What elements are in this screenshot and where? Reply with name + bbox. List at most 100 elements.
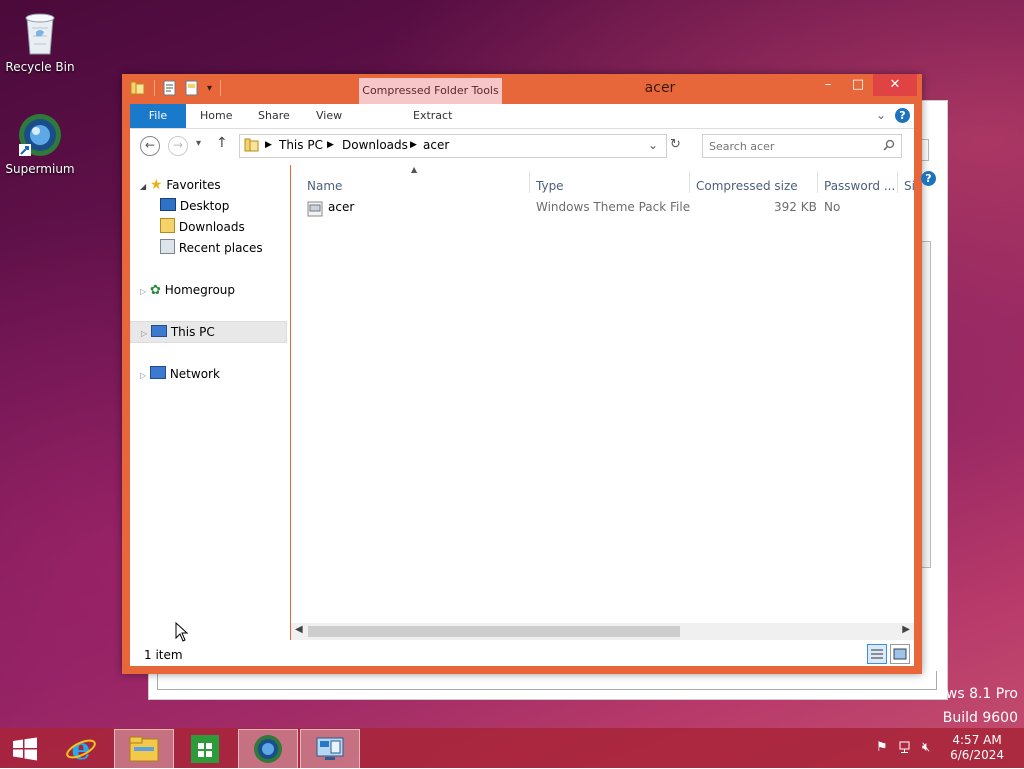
mouse-cursor-icon	[175, 622, 189, 642]
forward-button[interactable]: →	[168, 136, 188, 156]
supermium-icon	[254, 735, 282, 763]
address-dropdown-icon[interactable]: ⌄	[648, 138, 658, 152]
context-tab-label: Compressed Folder Tools	[359, 78, 502, 104]
theme-pack-icon	[307, 201, 323, 217]
new-folder-icon[interactable]	[185, 80, 199, 96]
navigation-pane[interactable]: ◢ ★ Favorites Desktop Downloads Recent p…	[130, 165, 290, 640]
search-icon[interactable]	[883, 139, 895, 151]
nav-favorites[interactable]: ◢ ★ Favorites	[140, 175, 221, 195]
homegroup-icon: ✿	[149, 283, 161, 298]
horizontal-scrollbar[interactable]: ◀ ▶	[291, 623, 914, 640]
remote-desktop-icon	[316, 737, 344, 760]
nav-recent-places-label: Recent places	[178, 241, 263, 255]
large-icons-view-icon	[893, 648, 907, 660]
close-button[interactable]: ✕	[873, 74, 917, 96]
properties-icon[interactable]	[163, 80, 177, 96]
ribbon-tabs: File Home Share View Extract ⌄ ?	[130, 104, 914, 129]
table-row[interactable]: acer Windows Theme Pack File 392 KB No	[291, 165, 914, 225]
quick-access-toolbar: ▾	[130, 80, 222, 96]
nav-downloads[interactable]: Downloads	[160, 217, 245, 237]
row-name: acer	[328, 200, 355, 214]
svg-text:e: e	[71, 732, 90, 764]
search-box[interactable]	[702, 134, 902, 158]
location-folder-icon	[244, 138, 259, 152]
minimize-button[interactable]: –	[814, 74, 842, 96]
explorer-window[interactable]: ▾ Compressed Folder Tools acer – □ ✕ Fil…	[122, 74, 936, 674]
os-watermark-build: Build 9600	[942, 710, 1018, 726]
taskbar-supermium[interactable]	[238, 729, 298, 769]
recent-places-icon	[160, 239, 175, 254]
nav-network[interactable]: ▷ Network	[140, 364, 220, 384]
taskbar: e ⚑ 🔇︎ 4:57 AM 6/6/2024	[0, 728, 1024, 769]
nav-desktop[interactable]: Desktop	[160, 196, 229, 216]
supermium-label: Supermium	[5, 162, 75, 176]
volume-muted-icon[interactable]: 🔇︎	[922, 740, 930, 755]
taskbar-remote-desktop[interactable]	[300, 729, 360, 769]
expand-arrow-icon[interactable]: ▷	[140, 287, 146, 296]
scrollbar-thumb[interactable]	[308, 626, 680, 637]
title-bar[interactable]: ▾ Compressed Folder Tools acer – □ ✕	[122, 74, 922, 104]
row-compressed-size: 392 KB	[774, 200, 817, 214]
nav-recent-places[interactable]: Recent places	[160, 238, 263, 258]
breadcrumb-separator-icon[interactable]: ▶	[265, 140, 272, 150]
address-bar[interactable]: ▶ This PC ▶ Downloads ▶ acer ⌄	[239, 134, 667, 158]
nav-homegroup-label: Homegroup	[164, 283, 236, 297]
refresh-button[interactable]: ↻	[670, 137, 681, 152]
start-icon	[13, 737, 37, 761]
nav-network-label: Network	[169, 367, 220, 381]
taskbar-internet-explorer[interactable]: e	[52, 729, 110, 767]
taskbar-file-explorer[interactable]	[114, 729, 174, 769]
file-list[interactable]: ▲ Name Type Compressed size Password ...…	[291, 165, 915, 640]
tab-extract[interactable]: Extract	[413, 104, 452, 128]
qat-dropdown-icon[interactable]: ▾	[207, 83, 212, 94]
up-button[interactable]: ↑	[216, 135, 228, 151]
nav-homegroup[interactable]: ▷ ✿ Homegroup	[140, 280, 235, 300]
computer-icon	[150, 325, 167, 337]
maximize-button[interactable]: □	[844, 74, 872, 96]
tab-file[interactable]: File	[130, 104, 186, 128]
clock-date: 6/6/2024	[950, 748, 1004, 762]
system-clock[interactable]: 4:57 AM 6/6/2024	[950, 733, 1004, 763]
separator	[154, 80, 155, 96]
details-view-button[interactable]	[867, 644, 887, 664]
recycle-bin[interactable]: Recycle Bin	[0, 8, 80, 74]
nav-favorites-label: Favorites	[166, 178, 221, 192]
item-count: 1 item	[144, 648, 183, 662]
tab-home[interactable]: Home	[200, 104, 232, 128]
folder-icon[interactable]	[130, 80, 146, 96]
scroll-left-icon[interactable]: ◀	[295, 624, 303, 635]
breadcrumb-separator-icon[interactable]: ▶	[327, 140, 334, 150]
search-input[interactable]	[707, 137, 877, 155]
tab-share[interactable]: Share	[258, 104, 290, 128]
separator	[220, 80, 222, 96]
expand-arrow-icon[interactable]: ▷	[140, 371, 146, 380]
collapse-arrow-icon[interactable]: ◢	[140, 182, 146, 191]
help-icon[interactable]: ?	[895, 108, 910, 123]
start-button[interactable]	[0, 729, 50, 767]
action-center-flag-icon[interactable]: ⚑	[876, 740, 888, 755]
breadcrumb-downloads[interactable]: Downloads	[342, 138, 408, 152]
ribbon-expand-icon[interactable]: ⌄	[876, 108, 886, 122]
store-icon	[191, 735, 219, 763]
expand-arrow-icon[interactable]: ▷	[141, 329, 147, 338]
nav-this-pc[interactable]: ▷ This PC	[130, 321, 287, 343]
nav-this-pc-label: This PC	[170, 325, 215, 339]
size-column-help-icon[interactable]: ?	[921, 171, 936, 186]
scroll-right-icon[interactable]: ▶	[902, 624, 910, 635]
address-row: ← → ▾ ↑ ▶ This PC ▶ Downloads ▶ acer ⌄ ↻	[130, 129, 914, 165]
network-status-icon[interactable]	[899, 740, 913, 754]
star-icon: ★	[149, 177, 163, 193]
window-title: acer	[644, 80, 676, 96]
breadcrumb-separator-icon[interactable]: ▶	[410, 140, 417, 150]
breadcrumb-acer[interactable]: acer	[423, 138, 449, 152]
os-watermark-edition: ows 8.1 Pro	[937, 686, 1018, 702]
recent-locations-icon[interactable]: ▾	[196, 138, 201, 149]
back-button[interactable]: ←	[140, 136, 160, 156]
taskbar-store[interactable]	[176, 729, 234, 767]
breadcrumb-this-pc[interactable]: This PC	[279, 138, 323, 152]
large-icons-view-button[interactable]	[890, 644, 910, 664]
status-bar: 1 item	[130, 640, 914, 666]
supermium-shortcut[interactable]: Supermium	[0, 112, 80, 176]
tab-view[interactable]: View	[316, 104, 342, 128]
background-window-scrollbar	[921, 241, 931, 568]
